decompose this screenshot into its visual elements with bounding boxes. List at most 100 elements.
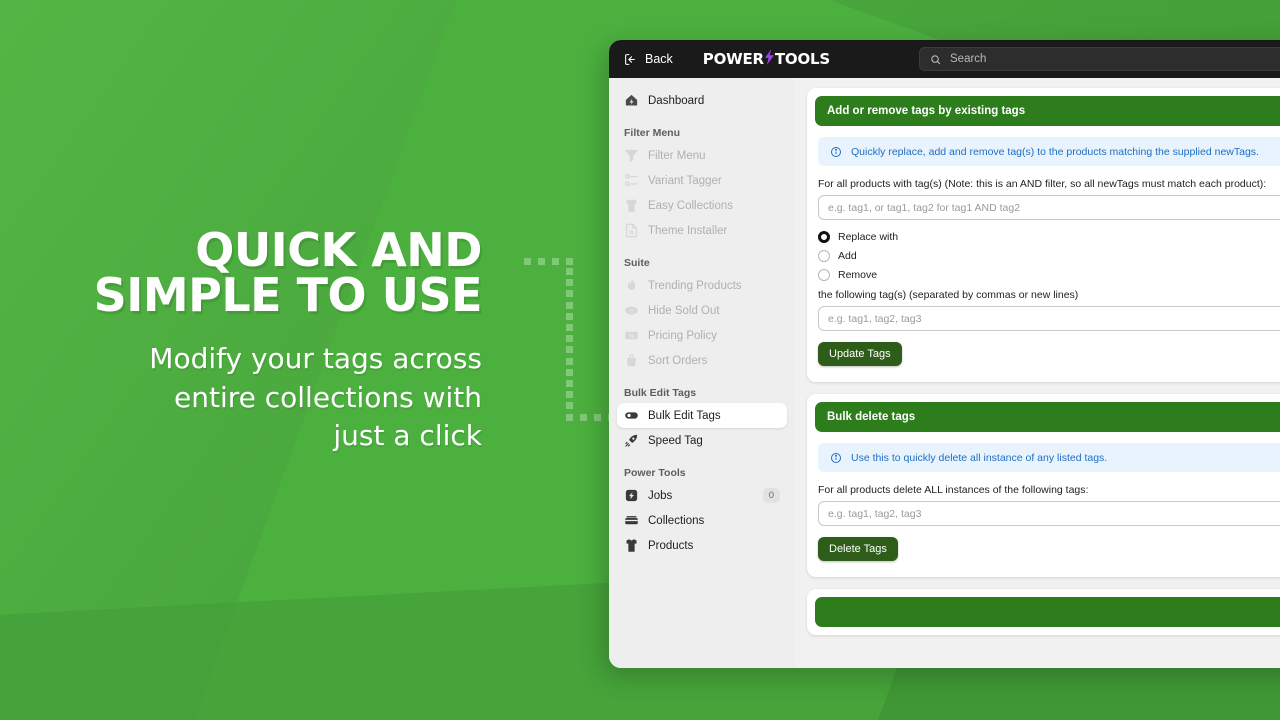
- radio-option-replace-with[interactable]: Replace with: [818, 231, 1280, 243]
- home-bolt-icon: [624, 93, 639, 108]
- sidebar-item-jobs[interactable]: Jobs 0: [617, 483, 787, 508]
- sidebar-item-sort-orders[interactable]: Sort Orders: [617, 348, 787, 373]
- promo-screenshot: QUICK AND SIMPLE TO USE Modify your tags…: [0, 0, 1280, 720]
- sidebar-item-variant-tagger[interactable]: Variant Tagger: [617, 168, 787, 193]
- logo-text-power: POWER: [702, 50, 764, 68]
- info-circle-icon: [828, 144, 843, 159]
- radio-option-remove[interactable]: Remove: [818, 269, 1280, 281]
- svg-text:%: %: [629, 333, 635, 340]
- sidebar-item-dashboard[interactable]: Dashboard: [617, 88, 787, 113]
- sidebar-item-products[interactable]: Products: [617, 533, 787, 558]
- card-body: Use this to quickly delete all instance …: [815, 432, 1280, 569]
- decorative-dot: [566, 368, 573, 376]
- input-placeholder: e.g. tag1, tag2, tag3: [828, 507, 922, 520]
- funnel-icon: [624, 148, 639, 163]
- radio-label: Replace with: [838, 231, 899, 243]
- tag-fill-icon: [624, 408, 639, 423]
- bag-icon: [624, 353, 639, 368]
- decorative-dot: [566, 414, 573, 421]
- promo-subheadline-line-3: just a click: [333, 419, 482, 453]
- sidebar-item-pricing-policy[interactable]: % Pricing Policy: [617, 323, 787, 348]
- sidebar-item-hide-sold-out[interactable]: Hide Sold Out: [617, 298, 787, 323]
- radio-indicator: [818, 269, 830, 281]
- radio-indicator: [818, 250, 830, 262]
- card-2-partial: [807, 589, 1280, 635]
- sidebar-item-collections[interactable]: Collections: [617, 508, 787, 533]
- flame-icon: [624, 278, 639, 293]
- card-title: Bulk delete tags: [815, 402, 1280, 432]
- decorative-dot: [566, 301, 573, 309]
- bolt-square-icon: [624, 488, 639, 503]
- decorative-dot: [580, 414, 587, 421]
- promo-copy: QUICK AND SIMPLE TO USE Modify your tags…: [0, 227, 492, 456]
- decorative-dot: [566, 402, 573, 410]
- promo-subheadline: Modify your tags across entire collectio…: [0, 340, 486, 456]
- lightning-bolt-icon: [764, 49, 775, 69]
- card-1: Bulk delete tags Use this to quickly dele…: [807, 394, 1280, 577]
- sidebar-item-label: Hide Sold Out: [648, 304, 720, 317]
- input-placeholder: e.g. tag1, tag2, tag3: [828, 312, 922, 325]
- sidebar-item-label: Speed Tag: [648, 434, 703, 447]
- sidebar-item-label: Sort Orders: [648, 354, 708, 367]
- promo-subheadline-line-2: entire collections with: [174, 380, 482, 414]
- sidebar-item-trending-products[interactable]: Trending Products: [617, 273, 787, 298]
- collection-icon: [624, 513, 639, 528]
- decorative-dot: [538, 258, 545, 265]
- decorative-dot: [566, 258, 573, 265]
- info-banner: Quickly replace, add and remove tag(s) t…: [818, 137, 1280, 166]
- shirt-icon: [624, 538, 639, 553]
- logo-text-tools: TOOLS: [774, 50, 830, 68]
- sidebar-group-title: Filter Menu: [624, 127, 681, 139]
- card-action-button[interactable]: Delete Tags: [818, 537, 898, 561]
- decorative-dot: [524, 258, 531, 265]
- rocket-tag-icon: [624, 433, 639, 448]
- sidebar-item-label: Bulk Edit Tags: [648, 409, 721, 422]
- card-title: Add or remove tags by existing tags: [815, 96, 1280, 126]
- decorative-dot: [594, 414, 601, 421]
- back-button[interactable]: Back: [623, 52, 673, 67]
- sidebar-item-badge: 0: [762, 488, 780, 503]
- tags-filter-input[interactable]: e.g. tag1, tag2, tag3: [818, 501, 1280, 526]
- promo-headline: QUICK AND SIMPLE TO USE: [0, 227, 486, 318]
- decorative-dot: [566, 279, 573, 287]
- info-banner-text: Use this to quickly delete all instance …: [851, 451, 1108, 464]
- card-0: Add or remove tags by existing tags Quick…: [807, 88, 1280, 382]
- decorative-dot-bracket: [512, 258, 615, 421]
- sidebar-item-filter-menu[interactable]: Filter Menu: [617, 143, 787, 168]
- decorative-dot: [552, 258, 559, 265]
- info-banner: Use this to quickly delete all instance …: [818, 443, 1280, 472]
- decorative-dot: [566, 380, 573, 387]
- new-tags-input[interactable]: e.g. tag1, tag2, tag3: [818, 306, 1280, 331]
- promo-subheadline-line-1: Modify your tags across: [149, 342, 482, 376]
- app-topbar: Back POWER TOOLS Search: [609, 40, 1280, 78]
- radio-label: Add: [838, 250, 857, 262]
- info-banner-text: Quickly replace, add and remove tag(s) t…: [851, 145, 1259, 158]
- second-field-label: the following tag(s) (separated by comma…: [818, 289, 1079, 301]
- app-main-content: Add or remove tags by existing tags Quick…: [795, 78, 1280, 668]
- search-input[interactable]: Search: [919, 47, 1280, 71]
- sidebar-item-label: Pricing Policy: [648, 329, 718, 342]
- decorative-dot: [566, 290, 573, 298]
- sidebar-item-label: Products: [648, 539, 694, 552]
- app-window: Back POWER TOOLS Search Dashboard Filter …: [609, 40, 1280, 668]
- radio-option-add[interactable]: Add: [818, 250, 1280, 262]
- tags-filter-input[interactable]: e.g. tag1, or tag1, tag2 for tag1 AND ta…: [818, 195, 1280, 220]
- shirt-icon: [624, 198, 639, 213]
- info-circle-icon: [828, 450, 843, 465]
- decorative-dot: [566, 268, 573, 275]
- sidebar-item-easy-collections[interactable]: Easy Collections: [617, 193, 787, 218]
- sidebar-item-label: Filter Menu: [648, 149, 706, 162]
- back-button-label: Back: [645, 52, 673, 66]
- sidebar-item-label: Jobs: [648, 489, 673, 502]
- sidebar-item-theme-installer[interactable]: Theme Installer: [617, 218, 787, 243]
- field-label: For all products with tag(s) (Note: this…: [818, 178, 1267, 190]
- field-label: For all products delete ALL instances of…: [818, 484, 1089, 496]
- sidebar-item-label: Trending Products: [648, 279, 742, 292]
- sidebar-item-speed-tag[interactable]: Speed Tag: [617, 428, 787, 453]
- sidebar-item-label: Theme Installer: [648, 224, 728, 237]
- sidebar-group-title: Bulk Edit Tags: [624, 387, 697, 399]
- sidebar-item-bulk-edit-tags[interactable]: Bulk Edit Tags: [617, 403, 787, 428]
- input-placeholder: e.g. tag1, or tag1, tag2 for tag1 AND ta…: [828, 201, 1021, 214]
- card-action-button[interactable]: Update Tags: [818, 342, 902, 366]
- eye-off-icon: [624, 303, 639, 318]
